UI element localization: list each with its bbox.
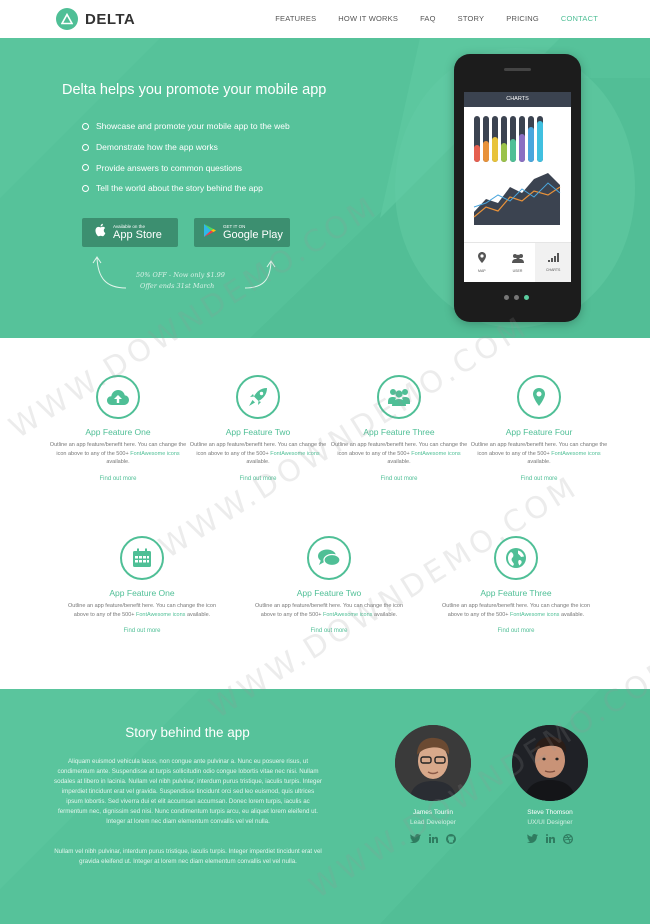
- feature-card: App Feature Two Outline an app feature/b…: [188, 375, 328, 482]
- list-item: Demonstrate how the app works: [82, 137, 290, 158]
- find-out-more-link[interactable]: Find out more: [255, 628, 403, 634]
- dribbble-icon[interactable]: [563, 834, 573, 844]
- story-paragraph: Nullam vel nibh pulvinar, interdum purus…: [54, 848, 322, 865]
- google-play-label: Google Play: [223, 229, 283, 241]
- offer-note: 50% OFF - Now only $1.99 Offer ends 31st…: [136, 271, 225, 290]
- fontawesome-link[interactable]: FontAwesome icons: [551, 451, 600, 457]
- twitter-icon[interactable]: [527, 834, 538, 843]
- team-member: James Tourlin Lead Developer: [383, 725, 483, 844]
- users-icon: [377, 375, 421, 419]
- carousel-dot[interactable]: [504, 295, 509, 300]
- signal-bars-icon: [547, 253, 559, 262]
- avatar: [512, 725, 588, 801]
- google-play-button[interactable]: GET IT ON Google Play: [194, 218, 290, 247]
- list-item: Provide answers to common questions: [82, 157, 290, 178]
- google-play-icon: [203, 223, 217, 243]
- find-out-more-link[interactable]: Find out more: [442, 628, 590, 634]
- nav-story[interactable]: STORY: [458, 14, 485, 23]
- social-links: [383, 834, 483, 844]
- find-out-more-link[interactable]: Find out more: [68, 628, 216, 634]
- fontawesome-link[interactable]: FontAwesome icons: [510, 612, 559, 618]
- hero-section: Delta helps you promote your mobile app …: [0, 38, 650, 338]
- phone-tab-bar: MAP USER CHARTS: [464, 242, 572, 282]
- twitter-icon[interactable]: [410, 834, 421, 843]
- circle-bullet-icon: [82, 184, 89, 192]
- fontawesome-link[interactable]: FontAwesome icons: [136, 612, 185, 618]
- triangle-logo-icon: [56, 8, 78, 30]
- curved-arrow-left-icon: [92, 256, 127, 289]
- find-out-more-link[interactable]: Find out more: [329, 476, 469, 482]
- feature-card: App Feature One Outline an app feature/b…: [68, 536, 216, 634]
- feature-card: App Feature One Outline an app feature/b…: [48, 375, 188, 482]
- feature-card: App Feature Three Outline an app feature…: [329, 375, 469, 482]
- feature-card: App Feature Three Outline an app feature…: [442, 536, 590, 634]
- bar-chart-graphic: [474, 116, 543, 162]
- team-member: Steve Thomson UX/UI Designer: [500, 725, 600, 844]
- brand-name: DELTA: [85, 10, 136, 28]
- story-paragraph: Aliquam euismod vehicula lacus, non cong…: [54, 758, 322, 825]
- top-nav-bar: DELTA FEATURES HOW IT WORKS FAQ STORY PR…: [0, 0, 650, 38]
- brand-logo[interactable]: DELTA: [56, 8, 135, 30]
- rocket-icon: [236, 375, 280, 419]
- app-charts-graphic: [473, 116, 561, 225]
- story-title: Story behind the app: [125, 725, 250, 740]
- map-pin-icon: [477, 252, 486, 263]
- nav-faq[interactable]: FAQ: [420, 14, 436, 23]
- fontawesome-link[interactable]: FontAwesome icons: [323, 612, 372, 618]
- nav-features[interactable]: FEATURES: [275, 14, 316, 23]
- main-nav: FEATURES HOW IT WORKS FAQ STORY PRICING …: [253, 14, 598, 23]
- nav-how-it-works[interactable]: HOW IT WORKS: [338, 14, 398, 23]
- linkedin-icon[interactable]: [546, 834, 555, 843]
- calendar-icon: [120, 536, 164, 580]
- feature-card: App Feature Four Outline an app feature/…: [469, 375, 609, 482]
- phone-screen: CHARTS MAP USER CHARTS: [464, 92, 572, 282]
- phone-mockup: CHARTS MAP USER CHARTS: [454, 54, 581, 322]
- cloud-upload-icon: [96, 375, 140, 419]
- member-role: Lead Developer: [410, 819, 456, 826]
- comments-icon: [307, 536, 351, 580]
- app-store-label: App Store: [113, 229, 162, 241]
- fontawesome-link[interactable]: FontAwesome icons: [411, 451, 460, 457]
- fontawesome-link[interactable]: FontAwesome icons: [130, 451, 179, 457]
- circle-bullet-icon: [82, 143, 89, 151]
- github-icon[interactable]: [446, 834, 456, 844]
- member-role: UX/UI Designer: [527, 819, 573, 826]
- phone-tab-charts[interactable]: CHARTS: [535, 243, 572, 282]
- member-name: James Tourlin: [413, 809, 453, 816]
- list-item: Tell the world about the story behind th…: [82, 178, 290, 199]
- social-links: [500, 834, 600, 844]
- users-icon: [511, 253, 524, 263]
- avatar: [395, 725, 471, 801]
- circle-bullet-icon: [82, 122, 89, 130]
- feature-card: App Feature Two Outline an app feature/b…: [255, 536, 403, 634]
- member-name: Steve Thomson: [527, 809, 573, 816]
- find-out-more-link[interactable]: Find out more: [188, 476, 328, 482]
- find-out-more-link[interactable]: Find out more: [469, 476, 609, 482]
- list-item: Showcase and promote your mobile app to …: [82, 116, 290, 137]
- find-out-more-link[interactable]: Find out more: [48, 476, 188, 482]
- carousel-dots: [504, 295, 529, 300]
- phone-tab-user[interactable]: USER: [500, 243, 536, 282]
- phone-speaker: [504, 68, 531, 71]
- carousel-dot-active[interactable]: [524, 295, 529, 300]
- nav-pricing[interactable]: PRICING: [506, 14, 539, 23]
- screen-title: CHARTS: [464, 92, 571, 107]
- app-store-button[interactable]: Available on the App Store: [82, 218, 178, 247]
- hero-title: Delta helps you promote your mobile app: [62, 82, 327, 98]
- area-chart-graphic: [473, 173, 561, 225]
- phone-tab-map[interactable]: MAP: [464, 243, 500, 282]
- globe-icon: [494, 536, 538, 580]
- map-marker-icon: [517, 375, 561, 419]
- fontawesome-link[interactable]: FontAwesome icons: [270, 451, 319, 457]
- nav-contact[interactable]: CONTACT: [561, 14, 598, 23]
- hero-bullet-list: Showcase and promote your mobile app to …: [82, 116, 290, 199]
- linkedin-icon[interactable]: [429, 834, 438, 843]
- carousel-dot[interactable]: [514, 295, 519, 300]
- circle-bullet-icon: [82, 164, 89, 172]
- story-section: Story behind the app Aliquam euismod veh…: [0, 689, 650, 924]
- apple-icon: [94, 223, 106, 242]
